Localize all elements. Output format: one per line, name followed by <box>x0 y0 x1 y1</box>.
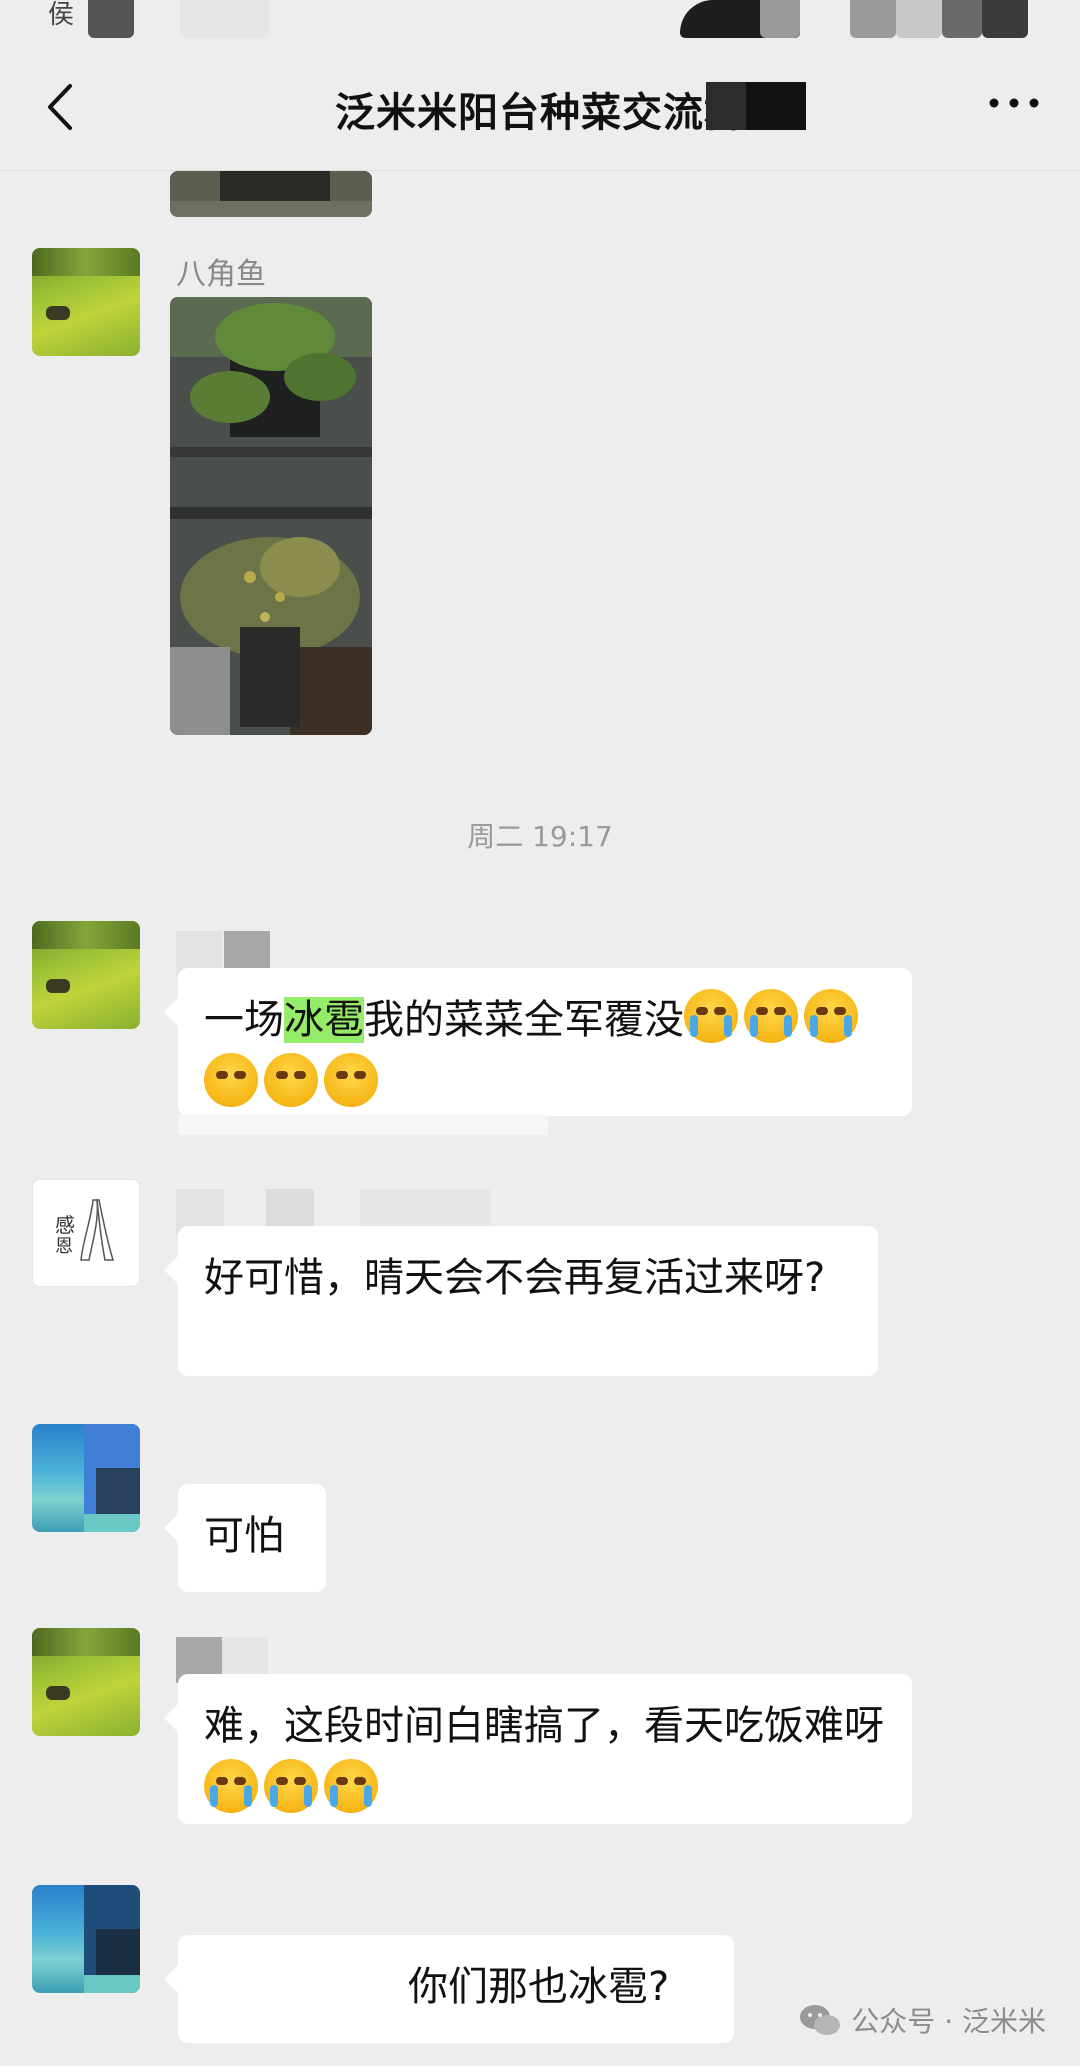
chat-area[interactable]: 八角鱼 周二 19:17 一场冰雹我的菜菜全军覆没 感 恩 好可惜，晴天会不会再… <box>0 171 1080 2066</box>
message-bubble[interactable]: 可怕 <box>164 1484 326 1592</box>
message-highlight: 冰雹 <box>284 997 364 1043</box>
tearful-emoji-icon <box>324 1053 378 1107</box>
wechat-icon <box>800 2005 841 2035</box>
message-text: 我的菜菜全军覆没 <box>364 997 684 1043</box>
message-bubble[interactable]: 一场冰雹我的菜菜全军覆没 <box>164 968 912 1116</box>
message-bubble[interactable]: 好可惜，晴天会不会再复活过来呀? <box>164 1226 878 1376</box>
avatar[interactable] <box>32 248 140 356</box>
message-text: 可怕 <box>204 1513 284 1559</box>
status-mask <box>942 0 982 38</box>
svg-text:感: 感 <box>55 1213 75 1237</box>
message-image-partial[interactable] <box>170 171 372 217</box>
title-wrap: 泛米米阳台种菜交流群 <box>0 80 1080 138</box>
chat-header: 泛米米阳台种菜交流群 <box>0 40 1080 171</box>
message-bubble[interactable]: 难，这段时间白瞎搞了，看天吃饭难呀 <box>164 1674 912 1824</box>
tearful-emoji-icon <box>264 1053 318 1107</box>
sender-name: 八角鱼 <box>176 257 266 292</box>
status-mask <box>896 0 942 38</box>
tearful-emoji-icon <box>204 1759 258 1813</box>
avatar[interactable] <box>32 1424 140 1532</box>
status-mask <box>180 0 270 38</box>
message-text: 好可惜，晴天会不会再复活过来呀? <box>204 1255 826 1301</box>
status-mask <box>88 0 134 38</box>
status-bar: 侯 <box>0 0 1080 40</box>
status-mask <box>850 0 896 38</box>
title-mask <box>706 82 746 130</box>
status-mask <box>982 0 1028 38</box>
avatar[interactable] <box>32 921 140 1029</box>
status-bar-fragment: 侯 <box>48 0 75 30</box>
crying-emoji-icon <box>804 989 858 1043</box>
message-text: 一场 <box>204 997 284 1043</box>
avatar[interactable]: 感 恩 <box>32 1179 140 1287</box>
watermark: 公众号 · 泛米米 <box>799 2000 1046 2040</box>
message-image[interactable] <box>170 297 372 735</box>
time-divider: 周二 19:17 <box>467 820 613 853</box>
message-text: 难，这段时间白瞎搞了，看天吃饭难呀 <box>204 1703 884 1749</box>
tearful-emoji-icon <box>264 1759 318 1813</box>
title-mask <box>746 82 806 130</box>
message-text: 你们那也冰雹? <box>408 1964 670 2010</box>
crying-emoji-icon <box>744 989 798 1043</box>
more-dots-icon[interactable] <box>984 88 1044 118</box>
tearful-emoji-icon <box>204 1053 258 1107</box>
bubble-mask <box>178 1115 548 1135</box>
avatar[interactable] <box>32 1885 140 1993</box>
svg-text:恩: 恩 <box>55 1236 73 1257</box>
chat-title: 泛米米阳台种菜交流群 <box>335 90 745 136</box>
watermark-text: 公众号 · 泛米米 <box>851 2005 1046 2038</box>
status-mask <box>760 0 800 38</box>
crying-emoji-icon <box>684 989 738 1043</box>
tearful-emoji-icon <box>324 1759 378 1813</box>
avatar[interactable] <box>32 1628 140 1736</box>
message-bubble[interactable]: 你们那也冰雹? <box>164 1935 734 2043</box>
